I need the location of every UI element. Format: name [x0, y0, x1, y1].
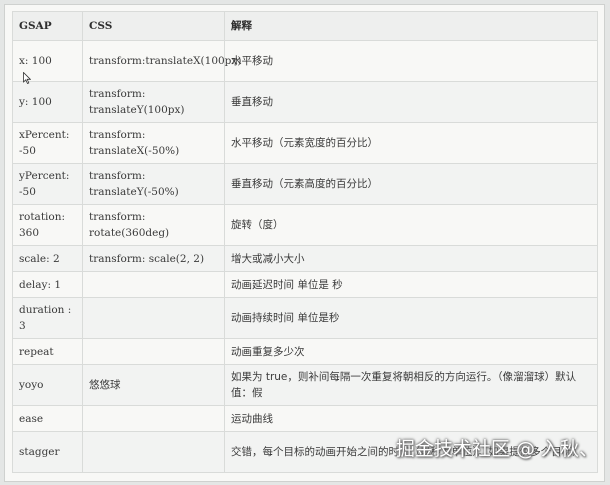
cell-desc: 动画持续时间 单位是秒: [224, 297, 598, 339]
cell-css: transform: translateX(-50%): [82, 122, 225, 164]
table-row: rotation: 360 transform: rotate(360deg) …: [12, 204, 598, 246]
cell-gsap: scale: 2: [12, 245, 83, 272]
table-row: repeat 动画重复多少次: [12, 338, 598, 365]
cell-css: transform: translateY(100px): [82, 81, 225, 123]
cell-desc: 动画重复多少次: [224, 338, 598, 365]
header-css: CSS: [82, 11, 225, 41]
cell-desc: 如果为 true，则补间每隔一次重复将朝相反的方向运行。（像溜溜球）默认值：假: [224, 364, 598, 406]
table-row: y: 100 transform: translateY(100px) 垂直移动: [12, 81, 598, 123]
cell-gsap: yPercent: -50: [12, 163, 83, 205]
cell-gsap: repeat: [12, 338, 83, 365]
table-header-row: GSAP CSS 解释: [12, 11, 598, 41]
table-row: ease 运动曲线: [12, 405, 598, 432]
table-row: scale: 2 transform: scale(2, 2) 增大或减小大小: [12, 245, 598, 272]
cell-css: transform: rotate(360deg): [82, 204, 225, 246]
cell-css: [82, 297, 225, 339]
mouse-cursor-icon: [23, 72, 31, 84]
cell-css: 悠悠球: [82, 364, 225, 406]
cell-desc: 旋转（度）: [224, 204, 598, 246]
watermark: 掘金技术社区 @ 入秋、: [395, 438, 598, 460]
cell-css: [82, 405, 225, 432]
table-row: yPercent: -50 transform: translateY(-50%…: [12, 163, 598, 205]
cell-gsap: xPercent: -50: [12, 122, 83, 164]
cell-gsap: stagger: [12, 431, 83, 473]
cell-desc: 垂直移动: [224, 81, 598, 123]
header-explanation: 解释: [224, 11, 598, 41]
cell-css: transform: translateY(-50%): [82, 163, 225, 205]
cell-gsap: duration : 3: [12, 297, 83, 339]
cell-gsap: y: 100: [12, 81, 83, 123]
table-row: x: 100 transform:translateX(100px) 水平移动: [12, 40, 598, 82]
table-row: yoyo 悠悠球 如果为 true，则补间每隔一次重复将朝相反的方向运行。（像溜…: [12, 364, 598, 406]
table-row: xPercent: -50 transform: translateX(-50%…: [12, 122, 598, 164]
cell-gsap: delay: 1: [12, 271, 83, 298]
cell-gsap: rotation: 360: [12, 204, 83, 246]
cell-css: transform: scale(2, 2): [82, 245, 225, 272]
cell-desc: 水平移动（元素宽度的百分比）: [224, 122, 598, 164]
header-gsap: GSAP: [12, 11, 83, 41]
cell-desc: 运动曲线: [224, 405, 598, 432]
cell-desc: 水平移动: [224, 40, 598, 82]
cell-desc: 动画延迟时间 单位是 秒: [224, 271, 598, 298]
cell-css: [82, 431, 225, 473]
cell-css: [82, 271, 225, 298]
cell-gsap: ease: [12, 405, 83, 432]
cell-desc: 垂直移动（元素高度的百分比）: [224, 163, 598, 205]
cell-css: transform:translateX(100px): [82, 40, 241, 82]
table-row: duration : 3 动画持续时间 单位是秒: [12, 297, 598, 339]
cell-gsap: yoyo: [12, 364, 83, 406]
cell-desc: 增大或减小大小: [224, 245, 598, 272]
gsap-css-table: GSAP CSS 解释 x: 100 transform:translateX(…: [12, 11, 598, 473]
document-sheet: GSAP CSS 解释 x: 100 transform:translateX(…: [4, 4, 605, 482]
table-row: delay: 1 动画延迟时间 单位是 秒: [12, 271, 598, 298]
cell-css: [82, 338, 225, 365]
